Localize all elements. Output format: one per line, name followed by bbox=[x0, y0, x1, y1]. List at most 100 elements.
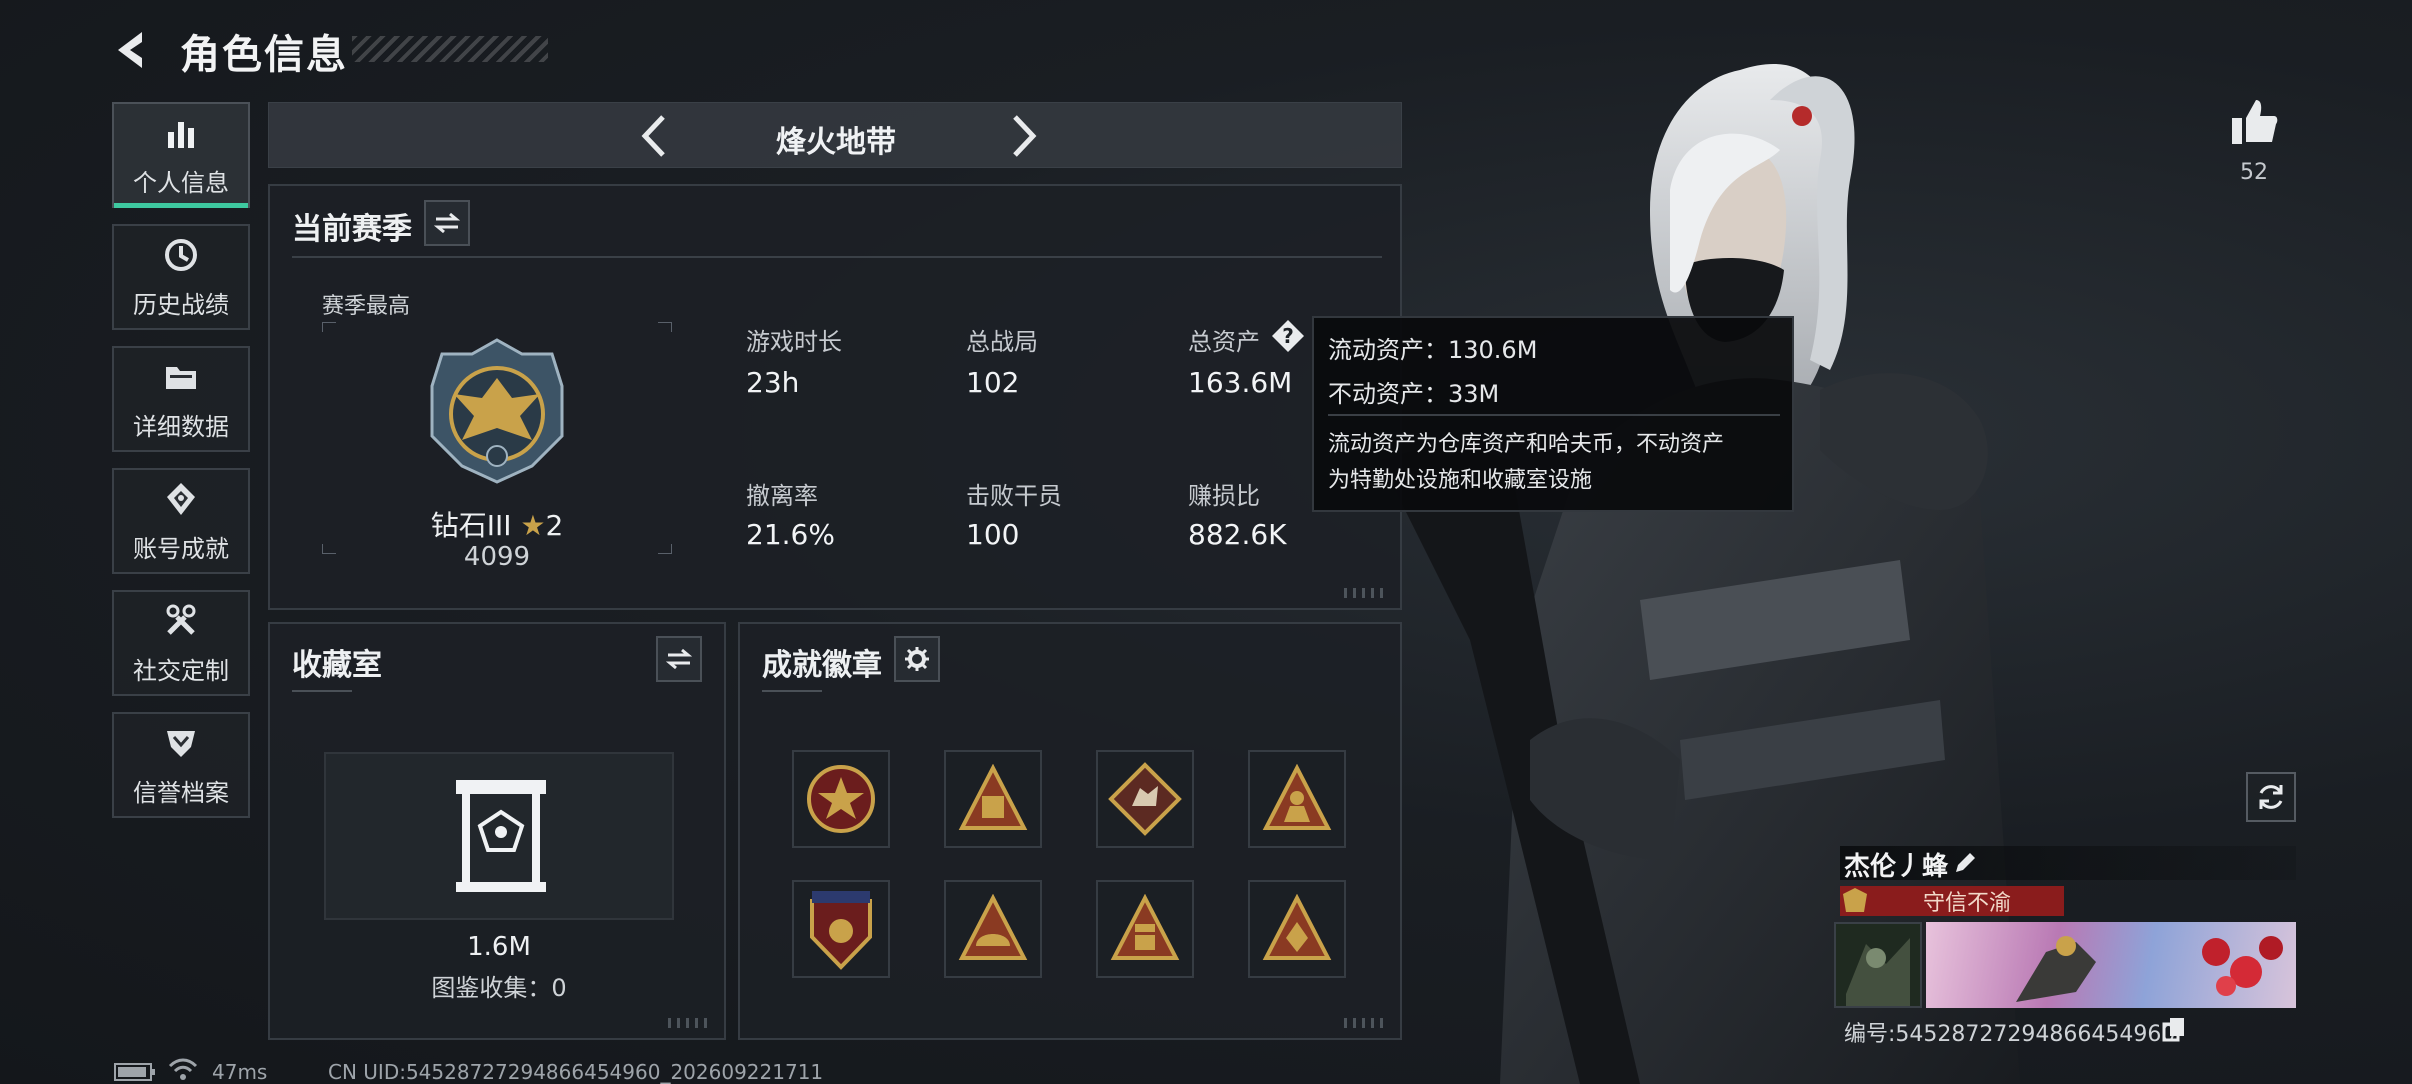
corner-decoration bbox=[1344, 588, 1384, 598]
player-name: 杰伦丿蜂 bbox=[1844, 852, 1949, 882]
help-icon[interactable]: ? bbox=[1270, 318, 1306, 354]
badge-slot-8[interactable] bbox=[1248, 880, 1346, 978]
stat-label-extract-rate: 撤离率 bbox=[746, 482, 818, 510]
nav-label: 详细数据 bbox=[133, 412, 229, 441]
badges-title: 成就徽章 bbox=[762, 648, 882, 683]
tooltip-desc-line2: 为特勤处设施和收藏室设施 bbox=[1328, 468, 1593, 493]
nav-item-detailed-data[interactable]: 详细数据 bbox=[112, 346, 250, 452]
swap-icon bbox=[666, 648, 692, 670]
tooltip-liquid-assets: 流动资产：130.6M bbox=[1328, 336, 1538, 364]
collection-vault-icon bbox=[456, 780, 546, 892]
profile-banner[interactable] bbox=[1926, 922, 2296, 1008]
folder-icon bbox=[161, 357, 201, 397]
nav-item-history[interactable]: 历史战绩 bbox=[112, 224, 250, 330]
like-thumb-icon[interactable] bbox=[2228, 96, 2280, 148]
switch-season-button[interactable] bbox=[424, 200, 470, 246]
stat-label-profit-ratio: 赚损比 bbox=[1188, 482, 1260, 510]
collection-panel: 收藏室 1.6M 图鉴收集：0 bbox=[268, 622, 726, 1040]
svg-text:?: ? bbox=[1282, 324, 1294, 348]
stat-value-extract-rate: 21.6% bbox=[746, 518, 835, 551]
divider bbox=[292, 256, 1382, 258]
nav-item-reputation[interactable]: 信誉档案 bbox=[112, 712, 250, 818]
star-icon: ★ bbox=[520, 509, 546, 542]
stat-label-playtime: 游戏时长 bbox=[746, 328, 842, 356]
collection-catalog: 图鉴收集：0 bbox=[431, 974, 567, 1002]
soldier-triangle-icon bbox=[1262, 764, 1332, 830]
badge-slot-2[interactable] bbox=[944, 750, 1042, 848]
collection-value: 1.6M bbox=[467, 932, 531, 962]
corner-decoration bbox=[668, 1018, 708, 1028]
wolf-diamond-icon bbox=[1108, 762, 1182, 836]
shield-chevron-icon bbox=[161, 723, 201, 763]
copy-icon[interactable] bbox=[2162, 1016, 2186, 1042]
shield-stars-icon bbox=[810, 891, 872, 970]
stat-value-assets: 163.6M bbox=[1188, 366, 1293, 399]
divider bbox=[762, 690, 822, 692]
badge-slot-5[interactable] bbox=[792, 880, 890, 978]
next-mode-arrow-icon[interactable] bbox=[997, 111, 1047, 161]
title-tag: 守信不渝 bbox=[1840, 886, 2064, 916]
stat-label-kills: 击败干员 bbox=[966, 482, 1062, 510]
ping-text: 47ms bbox=[212, 1060, 268, 1084]
star-medal-icon bbox=[807, 765, 875, 833]
clock-history-icon bbox=[161, 235, 201, 275]
divider bbox=[292, 690, 352, 692]
rotate-model-button[interactable] bbox=[2246, 772, 2296, 822]
nav-label: 个人信息 bbox=[133, 168, 229, 197]
bar-chart-icon bbox=[161, 113, 201, 153]
mode-name: 烽火地带 bbox=[776, 125, 896, 160]
like-count: 52 bbox=[2240, 160, 2268, 185]
emblem-triangle-icon bbox=[1262, 894, 1332, 960]
tooltip-fixed-assets: 不动资产：33M bbox=[1328, 380, 1500, 408]
mode-selector: 烽火地带 bbox=[268, 102, 1402, 168]
wifi-icon bbox=[168, 1058, 198, 1080]
title-tag-emblem-icon bbox=[1843, 888, 1867, 912]
supply-triangle-icon bbox=[1110, 894, 1180, 960]
season-panel: 当前赛季 赛季最高 钻石III ★2 4099 游戏时长 23h 总战局 102… bbox=[268, 184, 1402, 610]
nav-item-personal-info[interactable]: 个人信息 bbox=[112, 102, 250, 208]
rank-name: 钻石III bbox=[430, 509, 512, 542]
badge-slot-4[interactable] bbox=[1248, 750, 1346, 848]
badge-slot-3[interactable] bbox=[1096, 750, 1194, 848]
stat-value-profit-ratio: 882.6K bbox=[1188, 518, 1287, 551]
helmet-triangle-icon bbox=[958, 894, 1028, 960]
badge-slot-1[interactable] bbox=[792, 750, 890, 848]
stat-value-kills: 100 bbox=[966, 518, 1020, 551]
tooltip-divider bbox=[1328, 414, 1780, 416]
nav-item-achievements[interactable]: 账号成就 bbox=[112, 468, 250, 574]
title-decoration bbox=[352, 36, 548, 62]
badge-slot-7[interactable] bbox=[1096, 880, 1194, 978]
edit-pencil-icon[interactable] bbox=[1952, 850, 1978, 876]
player-id: 编号:54528727294866454960 bbox=[1844, 1022, 2176, 1047]
rank-line: 钻石III ★2 bbox=[422, 504, 572, 544]
stat-label-matches: 总战局 bbox=[966, 328, 1038, 356]
profile-name-bar: 杰伦丿蜂 bbox=[1840, 846, 2296, 882]
nav-item-social[interactable]: 社交定制 bbox=[112, 590, 250, 696]
tools-icon bbox=[161, 601, 201, 641]
battery-icon bbox=[114, 1063, 155, 1081]
nav-label: 信誉档案 bbox=[133, 778, 229, 807]
tooltip-desc-line1: 流动资产为仓库资产和哈夫币，不动资产 bbox=[1328, 432, 1725, 457]
uid-text: CN UID:54528727294866454960_202609221711 bbox=[328, 1060, 824, 1084]
switch-collection-button[interactable] bbox=[656, 636, 702, 682]
season-title: 当前赛季 bbox=[292, 212, 412, 247]
diamond-rank-emblem-icon bbox=[430, 338, 564, 484]
nav-label: 历史战绩 bbox=[133, 290, 229, 319]
back-arrow-icon[interactable] bbox=[112, 28, 156, 72]
player-avatar[interactable] bbox=[1834, 922, 1922, 1008]
stat-value-matches: 102 bbox=[966, 366, 1020, 399]
badge-slot-6[interactable] bbox=[944, 880, 1042, 978]
swap-icon bbox=[434, 212, 460, 234]
season-best-label: 赛季最高 bbox=[322, 294, 411, 319]
collection-preview[interactable] bbox=[324, 752, 674, 920]
badge-settings-button[interactable] bbox=[894, 636, 940, 682]
rank-score: 4099 bbox=[463, 542, 531, 572]
assets-tooltip: 流动资产：130.6M 不动资产：33M 流动资产为仓库资产和哈夫币，不动资产 … bbox=[1312, 316, 1794, 512]
nav-label: 账号成就 bbox=[133, 534, 229, 563]
triangle-58-icon bbox=[958, 764, 1028, 830]
rank-stars: 2 bbox=[545, 509, 564, 542]
rotate-icon bbox=[2259, 785, 2283, 809]
achievement-diamond-icon bbox=[161, 479, 201, 519]
stat-value-playtime: 23h bbox=[746, 366, 800, 399]
title-tag-text: 守信不渝 bbox=[1922, 891, 2011, 916]
